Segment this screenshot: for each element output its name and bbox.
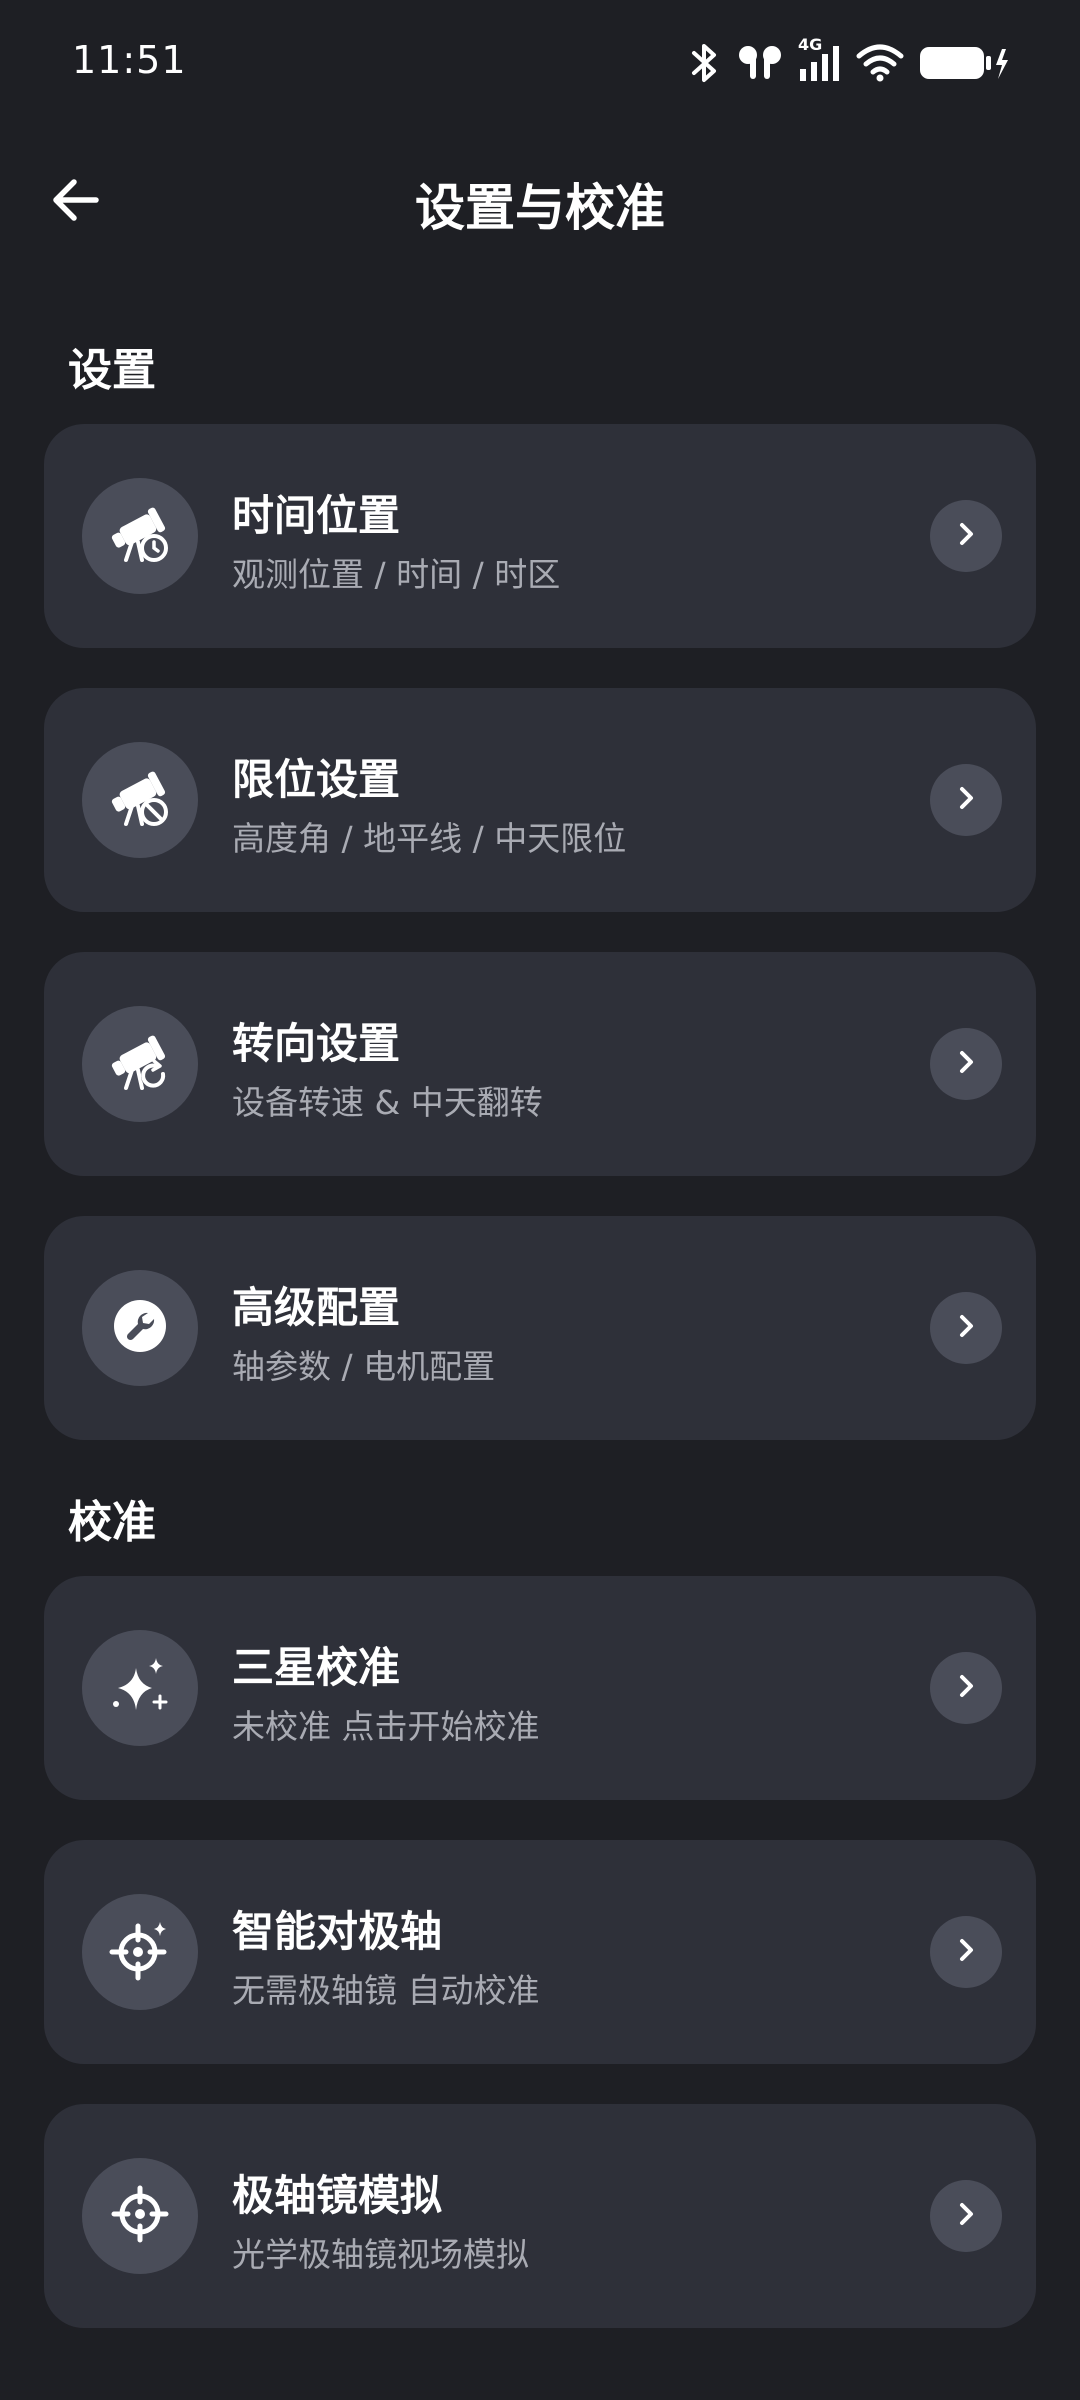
card-title: 转向设置 <box>232 1019 401 1068</box>
card-title: 高级配置 <box>232 1283 401 1332</box>
crosshair-sparkle-icon <box>108 1918 172 1986</box>
chevron-right-icon <box>952 784 980 816</box>
card-icon-circle <box>82 478 198 594</box>
card-icon-circle <box>82 1270 198 1386</box>
chevron-right-button[interactable] <box>930 764 1002 836</box>
card-icon-circle <box>82 742 198 858</box>
telescope-clock-icon <box>108 502 172 570</box>
cellular-4g-icon: 4G <box>798 35 842 83</box>
card-title: 限位设置 <box>232 755 401 804</box>
card-subtitle: 未校准 点击开始校准 <box>232 1707 540 1746</box>
card-subtitle: 观测位置 / 时间 / 时区 <box>232 555 561 594</box>
settings-item-slewing[interactable]: 转向设置 设备转速 & 中天翻转 <box>44 952 1036 1176</box>
chevron-right-button[interactable] <box>930 1652 1002 1724</box>
chevron-right-icon <box>952 1672 980 1704</box>
chevron-right-button[interactable] <box>930 500 1002 572</box>
chevron-right-icon <box>952 1312 980 1344</box>
section-title-settings: 设置 <box>68 345 156 396</box>
telescope-limit-icon <box>108 766 172 834</box>
card-title: 智能对极轴 <box>232 1907 443 1956</box>
status-bar: 11:51 4G <box>0 0 1080 130</box>
chevron-right-icon <box>952 520 980 552</box>
page-title: 设置与校准 <box>415 179 665 237</box>
chevron-right-icon <box>952 1936 980 1968</box>
calibration-item-polar-scope-sim[interactable]: 极轴镜模拟 光学极轴镜视场模拟 <box>44 2104 1036 2328</box>
network-label: 4G <box>798 35 823 54</box>
chevron-right-button[interactable] <box>930 2180 1002 2252</box>
card-icon-circle <box>82 1894 198 2010</box>
chevron-right-button[interactable] <box>930 1028 1002 1100</box>
card-title: 时间位置 <box>232 491 401 540</box>
chevron-right-button[interactable] <box>930 1292 1002 1364</box>
battery-charging-icon <box>918 43 1010 83</box>
calibration-item-three-star[interactable]: 三星校准 未校准 点击开始校准 <box>44 1576 1036 1800</box>
sparkle-stars-icon <box>108 1654 172 1722</box>
section-title-calibration: 校准 <box>68 1497 156 1548</box>
card-icon-circle <box>82 1006 198 1122</box>
bluetooth-icon <box>688 42 722 84</box>
telescope-rotate-icon <box>108 1030 172 1098</box>
card-subtitle: 设备转速 & 中天翻转 <box>232 1083 543 1122</box>
crosshair-icon <box>108 2182 172 2250</box>
settings-item-limits[interactable]: 限位设置 高度角 / 地平线 / 中天限位 <box>44 688 1036 912</box>
settings-item-time-location[interactable]: 时间位置 观测位置 / 时间 / 时区 <box>44 424 1036 648</box>
wifi-icon <box>856 44 904 82</box>
chevron-right-button[interactable] <box>930 1916 1002 1988</box>
card-subtitle: 高度角 / 地平线 / 中天限位 <box>232 819 627 858</box>
card-title: 极轴镜模拟 <box>232 2171 443 2220</box>
app-bar: 设置与校准 <box>0 150 1080 250</box>
chevron-right-icon <box>952 2200 980 2232</box>
earbuds-icon <box>736 43 784 83</box>
card-subtitle: 轴参数 / 电机配置 <box>232 1347 496 1386</box>
card-icon-circle <box>82 2158 198 2274</box>
card-subtitle: 光学极轴镜视场模拟 <box>232 2235 529 2274</box>
status-icons: 4G <box>688 35 1010 86</box>
card-subtitle: 无需极轴镜 自动校准 <box>232 1971 540 2010</box>
settings-item-advanced[interactable]: 高级配置 轴参数 / 电机配置 <box>44 1216 1036 1440</box>
page: 11:51 4G 设置与校准 设置 时间位置 观测位置 / 时间 / 时区 限位… <box>0 0 1080 2400</box>
calibration-item-smart-polar[interactable]: 智能对极轴 无需极轴镜 自动校准 <box>44 1840 1036 2064</box>
card-title: 三星校准 <box>232 1643 401 1692</box>
chevron-right-icon <box>952 1048 980 1080</box>
status-time: 11:51 <box>72 38 187 82</box>
card-icon-circle <box>82 1630 198 1746</box>
wrench-icon <box>108 1294 172 1362</box>
